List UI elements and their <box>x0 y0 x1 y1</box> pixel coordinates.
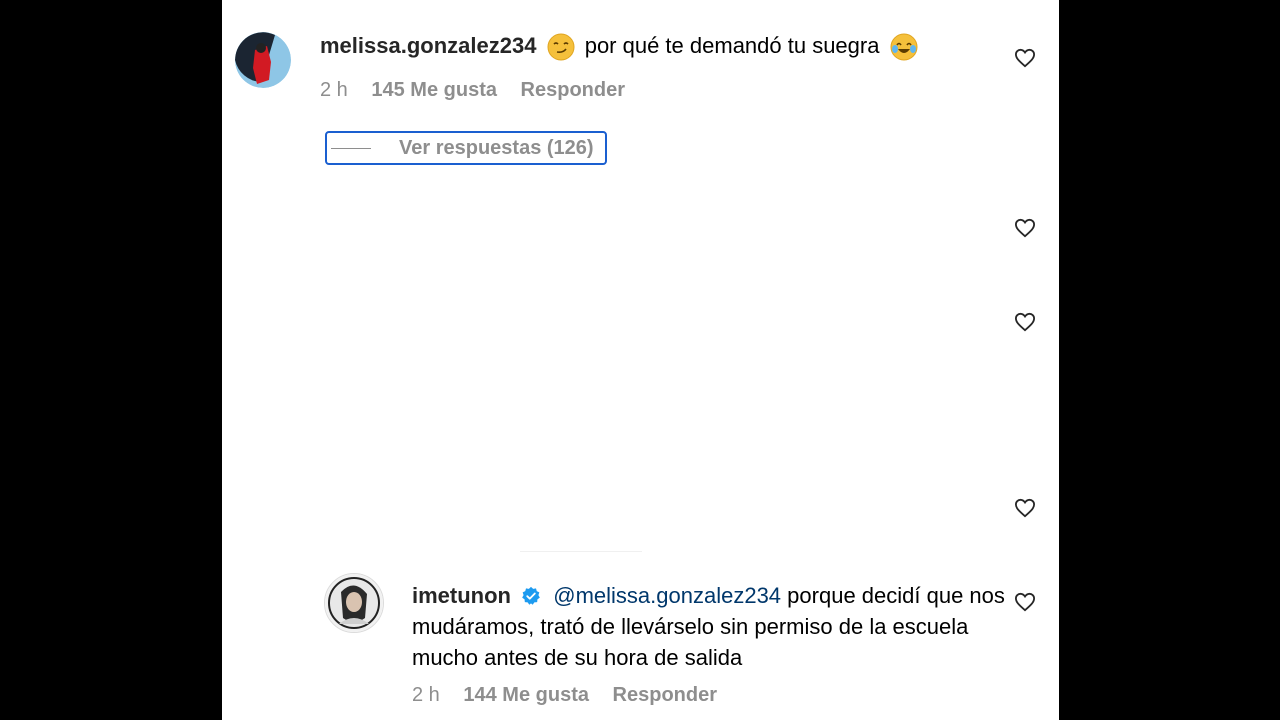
heart-outline-icon[interactable] <box>1014 218 1036 238</box>
comment-body: por qué te demandó tu suegra <box>584 33 880 58</box>
tears-of-joy-emoji <box>890 33 918 61</box>
verified-badge-icon <box>522 586 540 605</box>
heart-outline-icon[interactable] <box>1014 48 1036 68</box>
heart-outline-icon[interactable] <box>1014 498 1036 518</box>
heart-outline-icon[interactable] <box>1014 312 1036 332</box>
comment-time: 2 h <box>320 79 348 101</box>
reply-button[interactable]: Responder <box>613 684 717 706</box>
comment-username[interactable]: imetunon <box>412 583 511 608</box>
comment-likes[interactable]: 144 Me gusta <box>463 684 589 706</box>
mention-link[interactable]: @melissa.gonzalez234 <box>553 583 781 608</box>
comment-time: 2 h <box>412 684 440 706</box>
comment-meta: 2 h 145 Me gusta Responder <box>320 79 643 102</box>
heart-outline-icon[interactable] <box>1014 592 1036 612</box>
comment-meta: 2 h 144 Me gusta Responder <box>412 684 735 707</box>
view-replies-button[interactable]: Ver respuestas (126) <box>325 131 607 165</box>
view-replies-label: Ver respuestas (126) <box>399 136 594 159</box>
reply-button[interactable]: Responder <box>521 79 625 101</box>
divider <box>520 551 642 552</box>
replies-divider <box>331 147 371 149</box>
smirk-emoji <box>547 33 575 61</box>
avatar[interactable] <box>324 573 384 633</box>
comment-username[interactable]: melissa.gonzalez234 <box>320 33 536 58</box>
comments-panel: melissa.gonzalez234 por qué te demandó t… <box>222 0 1059 720</box>
comment-text-2: imetunon @melissa.gonzalez234 porque dec… <box>412 580 1012 673</box>
comment-text-1: melissa.gonzalez234 por qué te demandó t… <box>320 33 922 61</box>
avatar[interactable] <box>235 32 291 88</box>
comment-likes[interactable]: 145 Me gusta <box>371 79 497 101</box>
